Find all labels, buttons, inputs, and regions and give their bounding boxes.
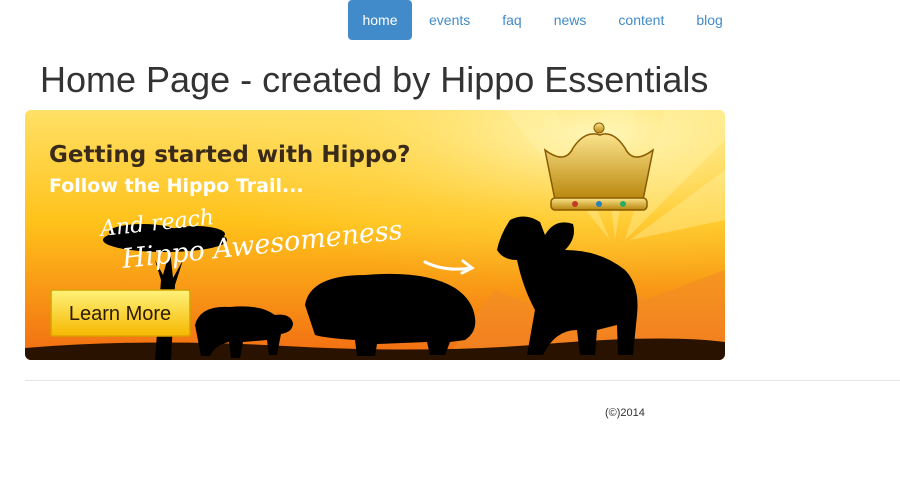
banner-subheadline: Follow the Hippo Trail... bbox=[49, 175, 304, 197]
learn-more-button[interactable]: Learn More bbox=[50, 289, 191, 337]
nav-item-content[interactable]: content bbox=[603, 0, 679, 40]
nav-item-blog[interactable]: blog bbox=[681, 0, 737, 40]
hero-banner[interactable]: Getting started with Hippo? Follow the H… bbox=[25, 110, 725, 360]
footer-divider bbox=[25, 380, 900, 381]
learn-more-label: Learn More bbox=[69, 303, 171, 325]
nav-item-faq[interactable]: faq bbox=[487, 0, 536, 40]
nav-item-events[interactable]: events bbox=[414, 0, 485, 40]
banner-headline: Getting started with Hippo? bbox=[49, 142, 411, 168]
nav-item-home[interactable]: home bbox=[348, 0, 412, 40]
page-title: Home Page - created by Hippo Essentials bbox=[40, 59, 709, 100]
main-nav: home events faq news content blog bbox=[348, 0, 738, 40]
footer-copyright: (©)2014 bbox=[605, 407, 645, 419]
nav-item-news[interactable]: news bbox=[539, 0, 602, 40]
banner-graphic: Getting started with Hippo? Follow the H… bbox=[25, 110, 725, 360]
